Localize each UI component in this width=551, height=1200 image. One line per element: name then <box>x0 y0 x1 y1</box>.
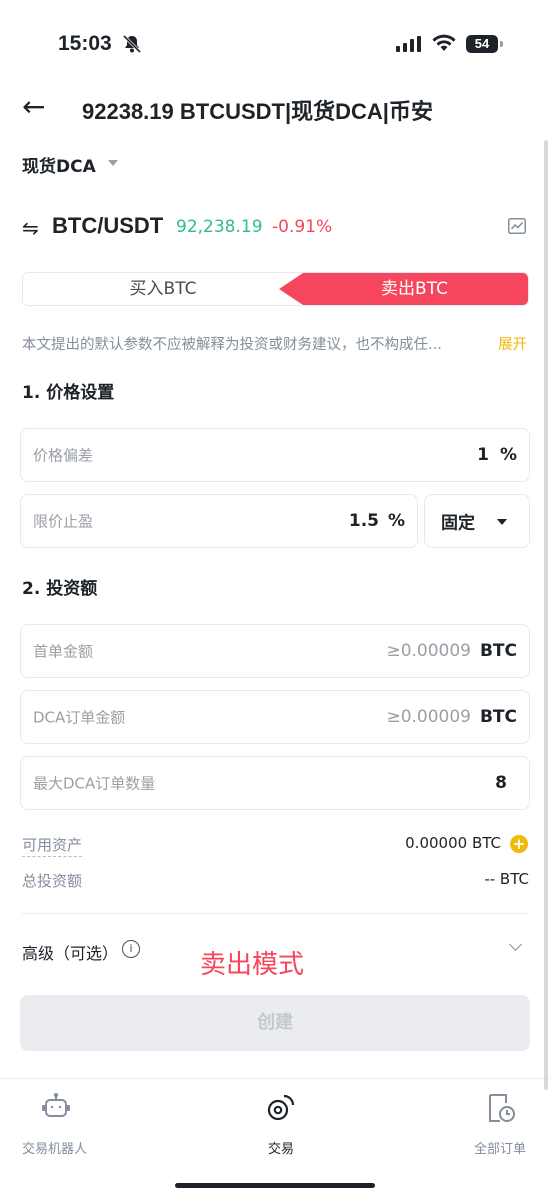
tab-sell-label: 卖出BTC <box>381 279 448 299</box>
nav-item-trading-bots[interactable]: 交易机器人 <box>22 1090 92 1160</box>
divider <box>22 913 529 914</box>
nav-label-all-orders: 全部订单 <box>474 1142 527 1157</box>
max-dca-orders-value: 8 <box>495 773 507 793</box>
home-indicator[interactable] <box>175 1183 375 1188</box>
back-button[interactable]: ← <box>22 92 45 122</box>
take-profit-unit: % <box>387 511 405 531</box>
mode-selector[interactable]: 现货DCA <box>22 152 96 177</box>
first-order-unit: BTC <box>479 641 517 661</box>
dca-order-amount-field[interactable]: DCA订单金额 ≥0.00009 BTC <box>20 690 530 744</box>
first-order-value: ≥0.00009 <box>386 641 471 661</box>
bell-muted-icon <box>122 34 142 54</box>
section-title-price: 1. 价格设置 <box>22 383 115 403</box>
chevron-down-icon[interactable] <box>509 938 522 951</box>
take-profit-value: 1.5 <box>348 511 379 531</box>
dca-order-placeholder: DCA订单金额 <box>33 708 126 727</box>
take-profit-placeholder: 限价止盈 <box>33 512 94 531</box>
disclaimer-text: 本文提出的默认参数不应被解释为投资或财务建议，也不构成任... <box>22 337 442 353</box>
available-assets-value: 0.00000 BTC <box>405 834 501 852</box>
total-investment-label: 总投资额 <box>22 872 83 890</box>
orders-icon <box>489 1094 515 1122</box>
price-deviation-value: 1 <box>477 445 489 465</box>
price-deviation-unit: % <box>499 445 517 465</box>
status-time: 15:03 <box>58 32 112 55</box>
first-order-amount-field[interactable]: 首单金额 ≥0.00009 BTC <box>20 624 530 678</box>
nav-item-all-orders[interactable]: 全部订单 <box>466 1090 532 1160</box>
info-icon[interactable]: i <box>122 940 140 958</box>
price-deviation-field[interactable]: 价格偏差 1 % <box>20 428 530 482</box>
last-price: 92,238.19 <box>176 217 263 237</box>
page-title: 92238.19 BTCUSDT|现货DCA|币安 <box>82 99 433 124</box>
caret-down-icon <box>497 519 507 525</box>
robot-icon <box>42 1093 70 1117</box>
scrollbar[interactable] <box>544 140 548 1090</box>
dca-order-value: ≥0.00009 <box>386 707 471 727</box>
wifi-icon <box>432 34 456 51</box>
price-change: -0.91% <box>272 217 333 237</box>
swap-pair-icon[interactable]: ⇋ <box>22 216 39 240</box>
trading-pair[interactable]: BTC/USDT <box>52 213 163 239</box>
take-profit-mode-value: 固定 <box>441 513 475 534</box>
take-profit-field[interactable]: 限价止盈 1.5 % <box>20 494 418 548</box>
bottom-nav-divider <box>0 1078 551 1079</box>
nav-label-trade: 交易 <box>268 1142 295 1157</box>
battery-indicator: 54 <box>466 35 498 53</box>
nav-item-trade[interactable]: 交易 <box>258 1090 308 1160</box>
first-order-placeholder: 首单金额 <box>33 642 94 661</box>
dca-order-unit: BTC <box>479 707 517 727</box>
available-assets-label[interactable]: 可用资产 <box>22 834 83 857</box>
nav-label-trading-bots: 交易机器人 <box>22 1142 88 1157</box>
battery-tip <box>500 41 503 47</box>
buy-sell-tabs: 买入BTC 卖出BTC <box>22 272 529 306</box>
max-dca-orders-placeholder: 最大DCA订单数量 <box>33 774 156 793</box>
add-funds-icon[interactable]: + <box>510 835 528 853</box>
take-profit-mode-select[interactable]: 固定 <box>424 494 530 548</box>
advanced-options-toggle[interactable]: 高级（可选） <box>22 940 118 964</box>
trade-icon <box>267 1094 295 1121</box>
total-investment-value: -- BTC <box>484 870 529 888</box>
chart-icon[interactable] <box>508 218 526 234</box>
caret-down-icon[interactable] <box>108 160 118 166</box>
section-title-investment: 2. 投资额 <box>22 579 98 599</box>
tab-buy[interactable]: 买入BTC <box>23 273 303 305</box>
arrow-left-icon: ← <box>22 90 46 123</box>
create-button[interactable]: 创建 <box>20 995 530 1051</box>
tab-sell[interactable]: 卖出BTC <box>279 273 528 305</box>
cellular-signal-icon <box>396 36 421 52</box>
max-dca-orders-field[interactable]: 最大DCA订单数量 8 <box>20 756 530 810</box>
price-deviation-placeholder: 价格偏差 <box>33 446 94 465</box>
sell-mode-annotation: 卖出模式 <box>200 950 305 980</box>
expand-link[interactable]: 展开 <box>498 333 527 354</box>
